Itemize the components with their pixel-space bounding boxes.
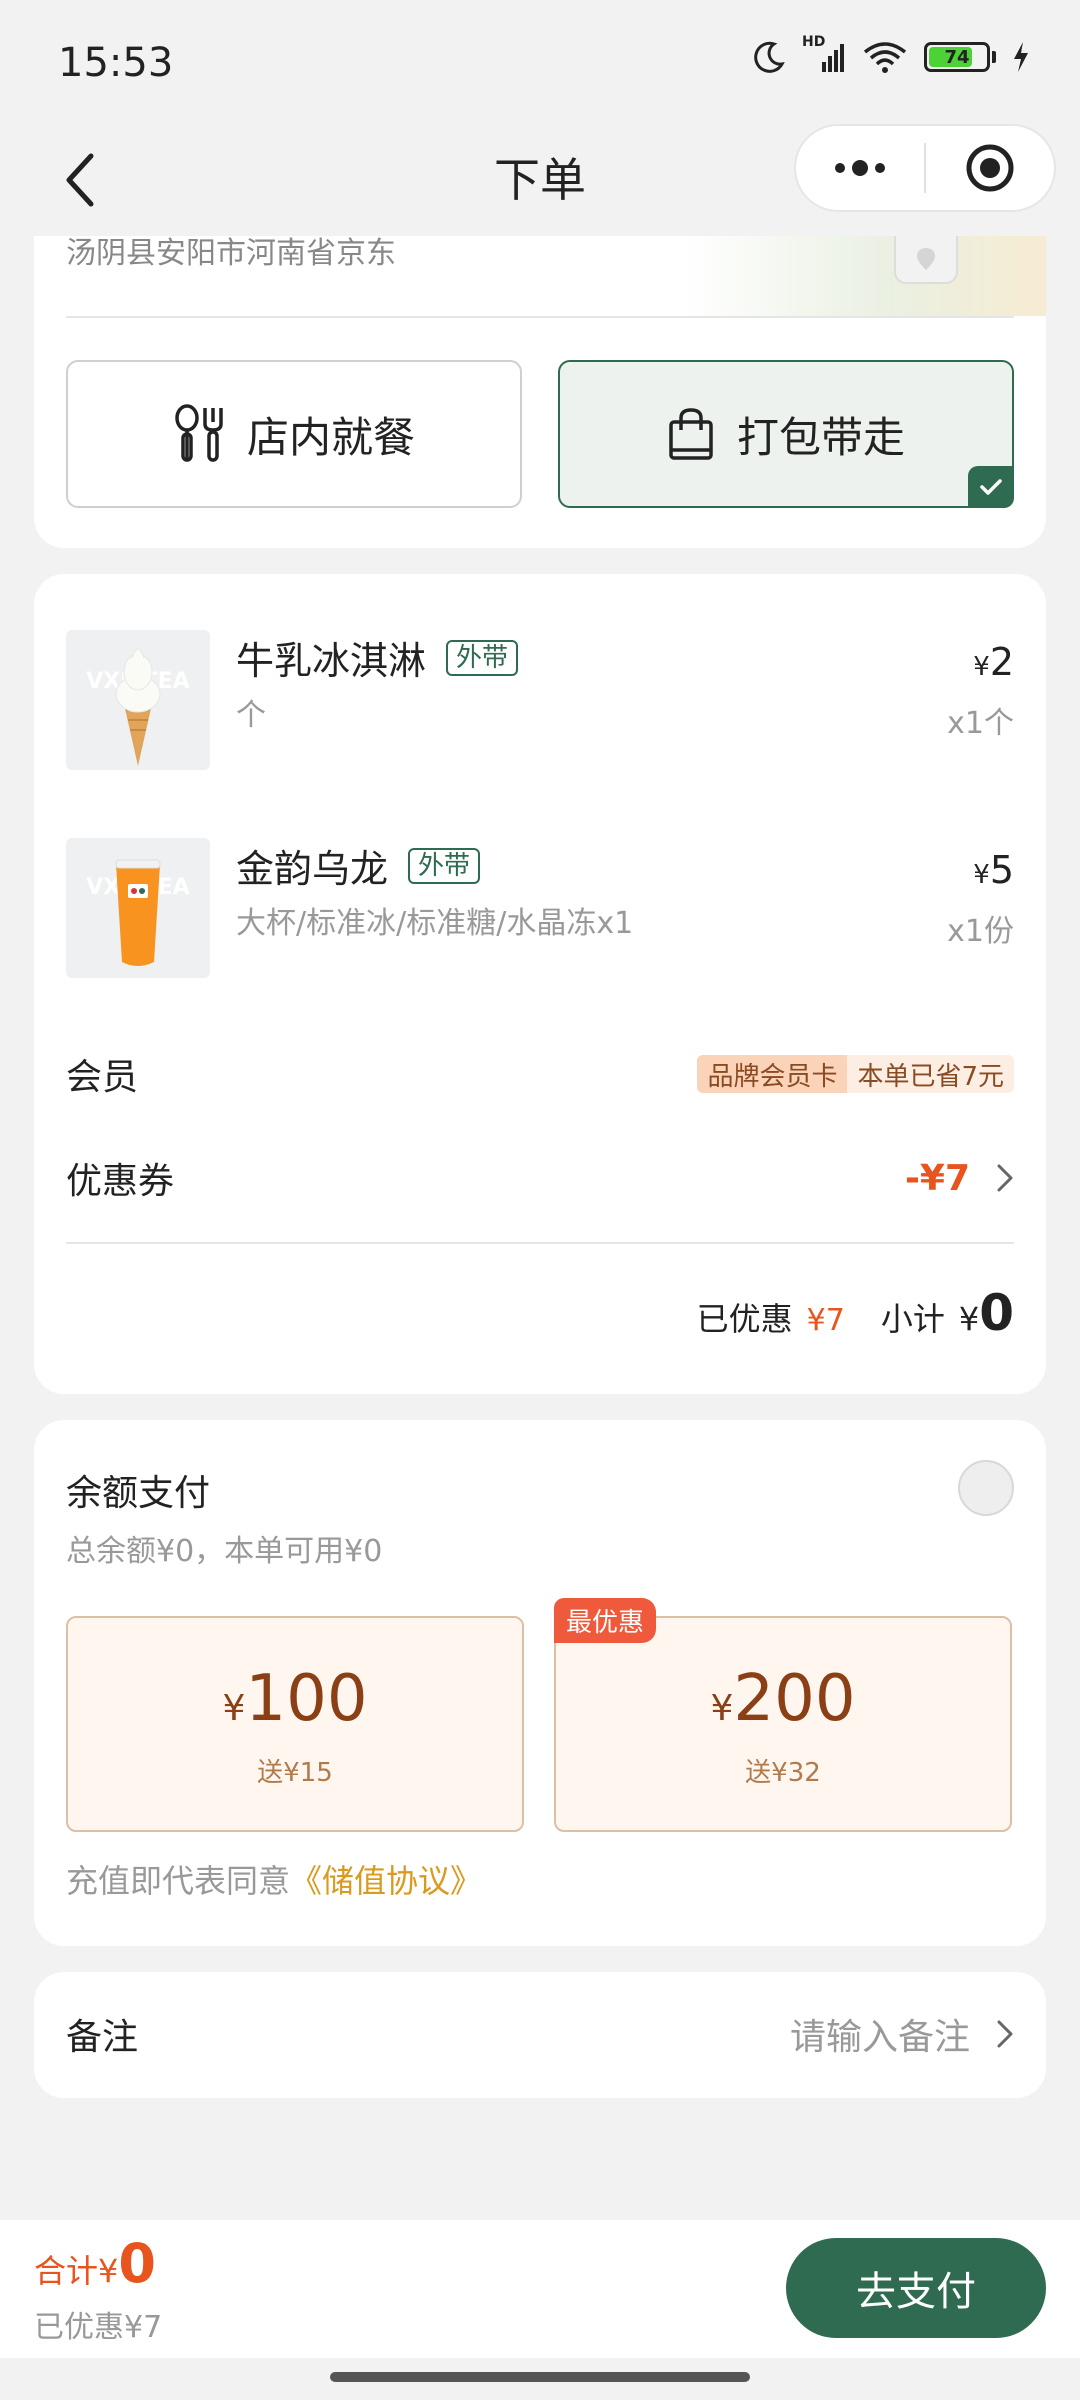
- currency-symbol: ¥: [710, 1688, 734, 1729]
- subtotal-label: 小计: [880, 1300, 945, 1338]
- pay-button[interactable]: 去支付: [786, 2238, 1046, 2338]
- agreement-prefix: 充值即代表同意: [66, 1862, 291, 1900]
- balance-card: 余额支付 总余额¥0，本单可用¥0 ¥100 送¥15 最优惠 ¥200 送¥3…: [34, 1420, 1046, 1946]
- item-name-row: 金韵乌龙 外带: [236, 838, 481, 893]
- dine-in-button[interactable]: 店内就餐: [66, 360, 522, 508]
- order-item: VXL·TEA 金韵乌龙 外带 大杯/标准冰/标准糖/水晶冻x1 ¥5 x1份: [66, 838, 1014, 988]
- ice-cream-image: VXL·TEA: [66, 630, 210, 770]
- price-value: 5: [989, 848, 1014, 892]
- close-miniprogram-button[interactable]: [926, 126, 1054, 210]
- recharge-amount: ¥200: [556, 1662, 1010, 1736]
- miniprogram-capsule: [794, 124, 1056, 212]
- charging-icon: [1012, 42, 1030, 72]
- discount-label: 已优惠: [696, 1300, 793, 1338]
- discount-value: ¥7: [806, 1303, 845, 1338]
- note-card[interactable]: 备注 请输入备注: [34, 1972, 1046, 2098]
- battery-icon: 74: [924, 42, 990, 72]
- member-saved-badge: 本单已省7元: [847, 1055, 1014, 1093]
- status-time: 15:53: [58, 40, 174, 86]
- member-row: 会员 品牌会员卡 本单已省7元: [66, 1044, 1014, 1104]
- currency-symbol: ¥: [222, 1688, 246, 1729]
- oolong-drink-image: VXL·TEA: [66, 838, 210, 978]
- coupon-label: 优惠券: [66, 1161, 175, 1202]
- battery-level: 74: [944, 46, 970, 68]
- store-address: 汤阴县安阳市河南省京东: [66, 236, 396, 271]
- shopping-bag-icon: [669, 408, 713, 460]
- subtotal-amount: ¥0: [959, 1284, 1014, 1342]
- network-label: HD: [802, 34, 826, 50]
- item-quantity: x1个: [947, 706, 1014, 741]
- more-button[interactable]: [796, 126, 924, 210]
- total-label: 合计: [34, 2252, 99, 2290]
- subtotal-value: 0: [979, 1284, 1014, 1342]
- best-deal-tag: 最优惠: [554, 1598, 657, 1643]
- chevron-right-icon: [997, 1164, 1013, 1192]
- balance-title: 余额支付: [66, 1473, 211, 1514]
- takeaway-tag: 外带: [446, 639, 519, 676]
- chevron-right-icon: [997, 2020, 1013, 2048]
- member-badges: 品牌会员卡 本单已省7元: [697, 1055, 1014, 1093]
- currency-symbol: ¥: [98, 2252, 119, 2290]
- recharge-value: 100: [245, 1662, 368, 1736]
- target-icon: [966, 144, 1014, 192]
- pickup-card: 汤阴县安阳市河南省京东 店内就餐 打包带走: [34, 236, 1046, 548]
- item-name-row: 牛乳冰淇淋 外带: [236, 630, 519, 685]
- recharge-bonus: 送¥32: [745, 1758, 821, 1788]
- order-summary: 已优惠 ¥7 小计 ¥0: [697, 1284, 1014, 1342]
- divider: [66, 316, 1014, 318]
- agreement-link[interactable]: 《储值协议》: [290, 1862, 482, 1900]
- dine-in-label: 店内就餐: [246, 412, 415, 462]
- item-price: ¥2: [973, 640, 1014, 684]
- checkout-bar: 合计 ¥ 0 已优惠¥7 去支付: [0, 2220, 1080, 2358]
- home-indicator[interactable]: [330, 2372, 750, 2382]
- order-card: VXL·TEA 牛乳冰淇淋 外带 个 ¥2 x1个 VXL·TEA: [34, 574, 1046, 1394]
- recharge-value: 200: [733, 1662, 856, 1736]
- saved-text: 已优惠¥7: [34, 2310, 163, 2345]
- item-spec: 个: [236, 698, 266, 733]
- item-quantity: x1份: [947, 914, 1014, 949]
- recharge-amount: ¥100: [68, 1662, 522, 1736]
- item-spec: 大杯/标准冰/标准糖/水晶冻x1: [236, 906, 634, 941]
- nav-bar: 下单: [0, 124, 1080, 236]
- recharge-option[interactable]: ¥100 送¥15: [66, 1616, 524, 1832]
- note-placeholder: 请输入备注: [789, 2017, 970, 2058]
- price-value: 2: [989, 640, 1014, 684]
- item-name: 金韵乌龙: [236, 847, 389, 891]
- item-price: ¥5: [973, 848, 1014, 892]
- note-input[interactable]: 请输入备注: [790, 2008, 1014, 2060]
- balance-radio[interactable]: [958, 1460, 1014, 1516]
- order-item: VXL·TEA 牛乳冰淇淋 外带 个 ¥2 x1个: [66, 630, 1014, 780]
- balance-subtitle: 总余额¥0，本单可用¥0: [66, 1534, 383, 1569]
- divider: [66, 1242, 1014, 1244]
- coupon-value-wrap: -¥7: [905, 1158, 1014, 1199]
- currency-symbol: ¥: [973, 652, 990, 682]
- member-card-badge: 品牌会员卡: [697, 1055, 848, 1093]
- status-bar: 15:53 HD 74: [0, 0, 1080, 124]
- total-amount: 合计 ¥ 0: [34, 2232, 156, 2295]
- map-thumbnail[interactable]: [686, 236, 1046, 316]
- recharge-bonus: 送¥15: [257, 1758, 333, 1788]
- recharge-option[interactable]: 最优惠 ¥200 送¥32: [554, 1598, 1012, 1832]
- coupon-value: -¥7: [904, 1157, 970, 1199]
- takeaway-tag: 外带: [408, 847, 481, 884]
- more-dots-icon: [835, 160, 885, 176]
- signal-icon: HD: [802, 34, 846, 74]
- currency-symbol: ¥: [973, 860, 990, 890]
- total-value: 0: [118, 2232, 156, 2295]
- moon-icon: [752, 40, 786, 74]
- selected-check-icon: [968, 466, 1014, 508]
- battery-tip: [992, 51, 996, 63]
- agreement-text: 充值即代表同意《储值协议》: [66, 1856, 482, 1902]
- currency-symbol: ¥: [958, 1300, 980, 1338]
- takeaway-label: 打包带走: [736, 412, 905, 462]
- status-icons: HD 74: [752, 34, 1030, 74]
- location-pin-icon: [894, 236, 958, 284]
- note-label: 备注: [66, 2017, 139, 2058]
- member-label: 会员: [66, 1057, 139, 1098]
- coupon-row[interactable]: 优惠券 -¥7: [66, 1148, 1014, 1208]
- takeaway-button[interactable]: 打包带走: [558, 360, 1014, 508]
- item-name: 牛乳冰淇淋: [236, 639, 427, 683]
- utensils-icon: [175, 404, 223, 462]
- wifi-icon: [862, 40, 908, 74]
